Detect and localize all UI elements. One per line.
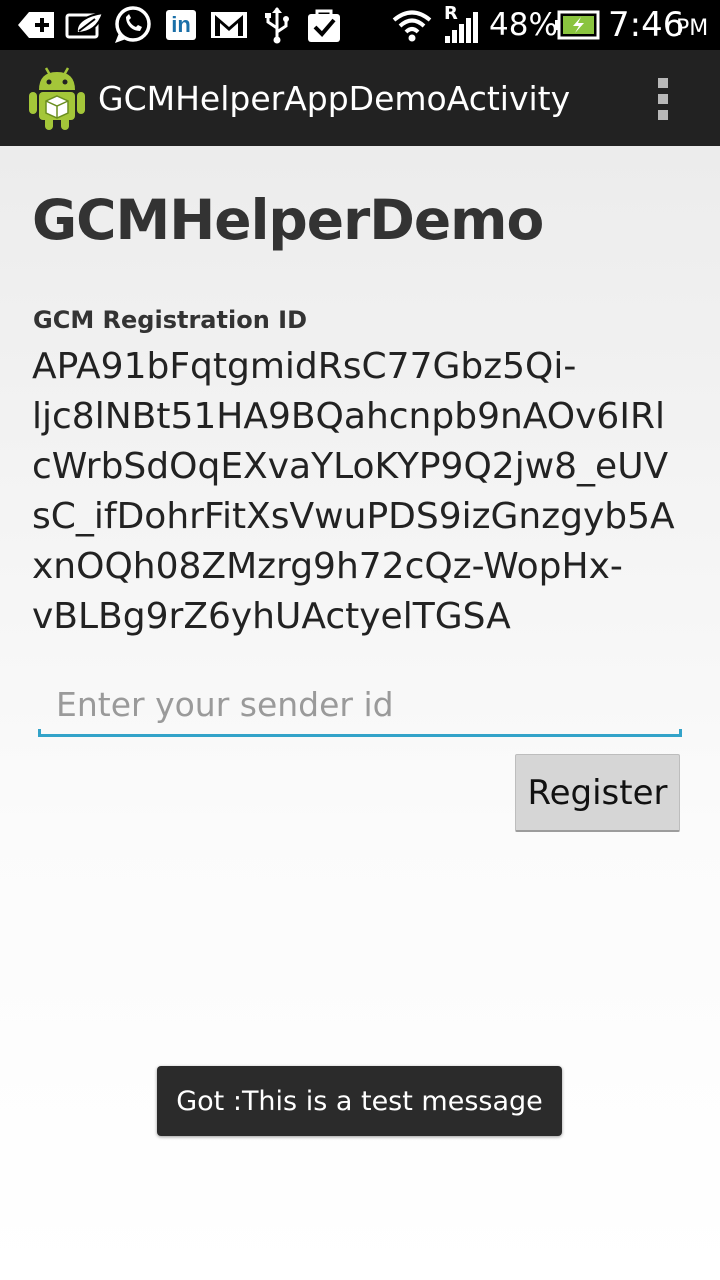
task-check-icon [304, 6, 344, 44]
registration-id-line: xnOQh08ZMzrg9h72cQz-WopHx- [32, 546, 623, 587]
toast-text: Got :This is a test message [176, 1085, 543, 1117]
main-content: GCMHelperDemo GCM Registration ID APA91b… [0, 146, 720, 1280]
registration-id-label: GCM Registration ID [33, 306, 307, 334]
registration-id-value: APA91bFqtgmidRsC77Gbz5Qi- ljc8lNBt51HA9B… [32, 342, 702, 642]
add-icon [16, 6, 58, 44]
overflow-menu-icon[interactable] [648, 76, 678, 122]
gmail-icon [208, 6, 250, 44]
usb-icon [260, 6, 294, 44]
input-underline [38, 729, 682, 737]
toast-message: Got :This is a test message [157, 1066, 562, 1136]
status-bar: in R 48% 7:46 PM [0, 0, 720, 50]
sender-id-input[interactable] [38, 676, 682, 732]
registration-id-line: cWrbSdOqEXvaYLoKYP9Q2jw8_eUV [32, 446, 669, 487]
registration-id-line: APA91bFqtgmidRsC77Gbz5Qi- [32, 346, 577, 387]
sender-id-field [38, 676, 682, 738]
register-button[interactable]: Register [515, 754, 680, 832]
registration-id-line: sC_ifDohrFitXsVwuPDS9izGnzgyb5A [32, 496, 675, 537]
action-bar-title: GCMHelperAppDemoActivity [98, 79, 571, 118]
battery-charging-icon [553, 6, 601, 44]
android-robot-icon [28, 66, 86, 130]
battery-percent: 48% [489, 7, 558, 43]
clock-ampm: PM [676, 16, 709, 41]
whatsapp-icon [110, 6, 154, 44]
registration-id-line: ljc8lNBt51HA9BQahcnpb9nAOv6IRl [32, 396, 665, 437]
clock-time: 7:46 [608, 5, 685, 45]
registration-id-line: vBLBg9rZ6yhUActyelTGSA [32, 596, 511, 637]
page-title: GCMHelperDemo [32, 188, 544, 252]
leaf-notification-icon [64, 6, 106, 44]
action-bar: GCMHelperAppDemoActivity [0, 50, 720, 146]
wifi-icon [390, 6, 434, 44]
linkedin-icon: in [164, 6, 198, 44]
roaming-indicator: R [444, 3, 458, 24]
